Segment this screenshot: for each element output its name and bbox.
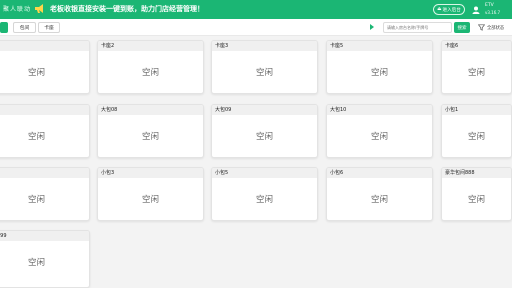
room-name: 小包1 [442, 105, 511, 115]
room-status: 空闲 [370, 68, 388, 78]
room-status: 空闲 [255, 68, 273, 78]
version-label: v3.16.7 [485, 10, 501, 15]
search-input[interactable] [383, 22, 452, 33]
filter-icon [478, 24, 485, 31]
room-status: 空闲 [141, 132, 159, 142]
filter-toolbar: 包间 卡座 搜索 全部状态 [0, 19, 512, 36]
login-icon: ⏏ [437, 7, 442, 12]
app-logo: 聚人联动 [3, 6, 32, 13]
room-card[interactable]: 大包09 空闲 [211, 104, 318, 158]
play-arrow-icon[interactable] [370, 24, 374, 30]
tab-booth[interactable]: 卡座 [38, 22, 60, 33]
room-name [0, 105, 89, 115]
room-card[interactable]: 大包10 空闲 [326, 104, 433, 158]
room-status: 空闲 [27, 195, 45, 205]
room-name: 小包3 [98, 168, 203, 178]
room-name [0, 168, 89, 178]
room-card[interactable]: 小包6 空闲 [326, 167, 433, 221]
room-status: 空闲 [370, 132, 388, 142]
notice-banner: 老板收银直接安装一键到账，助力门店经营管理！ [50, 5, 204, 13]
room-status: 空闲 [27, 258, 45, 268]
room-name: 大包09 [212, 105, 317, 115]
tab-private-room[interactable]: 包间 [13, 22, 36, 33]
room-card[interactable]: 小包3 空闲 [97, 167, 204, 221]
room-status: 空闲 [255, 132, 273, 142]
room-name: 卡座2 [98, 41, 203, 51]
room-name [0, 41, 89, 51]
room-status: 空闲 [141, 68, 159, 78]
room-status: 空闲 [255, 195, 273, 205]
room-card[interactable]: 卡座2 空闲 [97, 40, 204, 94]
room-status: 空闲 [27, 132, 45, 142]
search-button[interactable]: 搜索 [454, 22, 470, 33]
tab-all[interactable] [0, 22, 8, 33]
room-card[interactable]: 空闲 [0, 167, 90, 221]
room-name: 豪华包间888 [442, 168, 511, 178]
room-card[interactable]: 卡座6 空闲 [441, 40, 512, 94]
room-name: 卡座5 [327, 41, 432, 51]
admin-login-button[interactable]: ⏏ 进入后台 [433, 4, 465, 15]
room-name: 卡座3 [212, 41, 317, 51]
status-filter[interactable]: 全部状态 [478, 24, 504, 31]
megaphone-icon [35, 4, 43, 13]
room-name: 大包08 [98, 105, 203, 115]
room-status: 空闲 [27, 68, 45, 78]
room-card[interactable]: 大包08 空闲 [97, 104, 204, 158]
user-name: ETV [485, 3, 494, 8]
room-card[interactable]: 空闲 [0, 40, 90, 94]
admin-login-label: 进入后台 [442, 7, 461, 13]
room-card[interactable]: 卡座3 空闲 [211, 40, 318, 94]
room-card[interactable]: 空闲 [0, 104, 90, 158]
status-filter-label: 全部状态 [487, 25, 505, 31]
room-name: 卡座6 [442, 41, 511, 51]
top-header: 聚人联动 老板收银直接安装一键到账，助力门店经营管理！ ⏏ 进入后台 ETV v… [0, 0, 512, 19]
room-name: 小包6 [327, 168, 432, 178]
room-name: 包间999 [0, 231, 89, 241]
room-status: 空闲 [467, 68, 485, 78]
room-card[interactable]: 小包5 空闲 [211, 167, 318, 221]
room-name: 小包5 [212, 168, 317, 178]
room-card[interactable]: 包间999 空闲 [0, 230, 90, 288]
room-card[interactable]: 豪华包间888 空闲 [441, 167, 512, 221]
user-avatar-icon[interactable] [472, 6, 480, 14]
room-status: 空闲 [467, 132, 485, 142]
room-status: 空闲 [370, 195, 388, 205]
room-name: 大包10 [327, 105, 432, 115]
room-card[interactable]: 小包1 空闲 [441, 104, 512, 158]
room-status: 空闲 [467, 195, 485, 205]
room-card[interactable]: 卡座5 空闲 [326, 40, 433, 94]
room-status: 空闲 [141, 195, 159, 205]
